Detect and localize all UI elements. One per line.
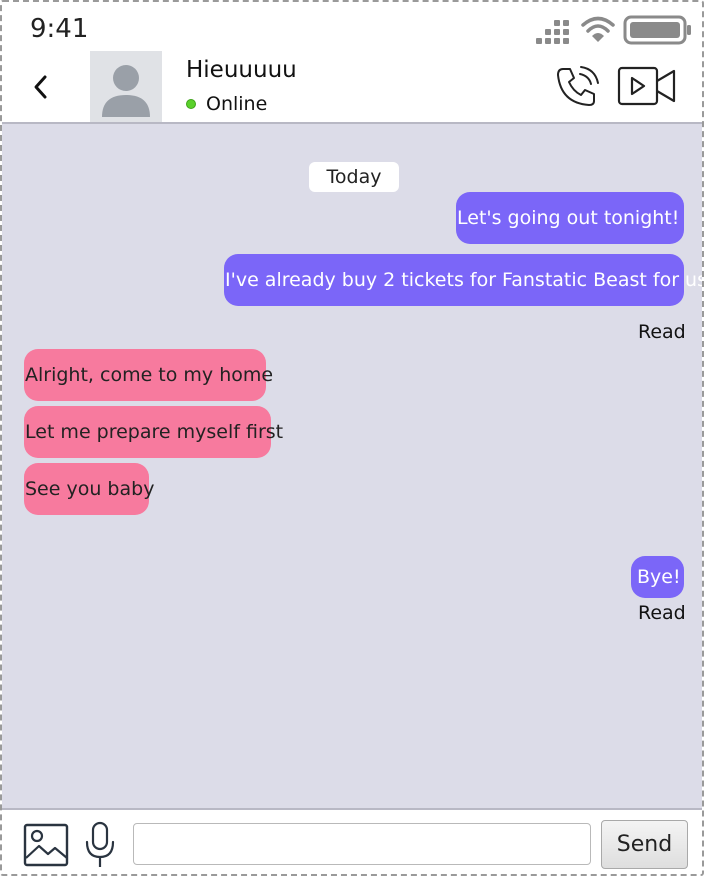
date-separator: Today (309, 162, 399, 192)
back-chevron-icon (34, 75, 47, 99)
incoming-message[interactable]: See you baby (24, 463, 154, 515)
signal-icon (536, 20, 569, 44)
wifi-icon (581, 16, 615, 42)
read-receipt: Read (638, 602, 686, 624)
outgoing-message[interactable]: Bye! (631, 556, 684, 598)
attach-image-button[interactable] (23, 823, 69, 867)
chat-screen: 9:41 Hieuuuuu Online Today Let's going o… (0, 0, 704, 876)
presence-status: Online (206, 93, 268, 115)
voice-call-button[interactable] (553, 63, 603, 109)
send-button[interactable]: Send (601, 820, 688, 869)
voice-record-button[interactable] (84, 821, 116, 869)
video-camera-icon (617, 66, 676, 106)
avatar-person-icon (102, 65, 150, 117)
microphone-icon (85, 821, 115, 867)
phone-call-icon (557, 66, 599, 106)
read-receipt: Read (638, 321, 686, 343)
video-call-button[interactable] (616, 64, 678, 108)
message-list[interactable]: Today Let's going out tonight! I've alre… (2, 122, 702, 810)
outgoing-message[interactable]: Let's going out tonight! (456, 192, 684, 244)
chat-header: Hieuuuuu Online (2, 50, 702, 122)
back-button[interactable] (26, 70, 56, 104)
status-bar: 9:41 (2, 2, 702, 50)
incoming-message[interactable]: Let me prepare myself first (24, 406, 283, 458)
status-time: 9:41 (30, 14, 89, 44)
contact-name: Hieuuuuu (186, 57, 297, 83)
online-status-dot (186, 99, 196, 109)
avatar[interactable] (90, 51, 162, 122)
message-composer: Send (2, 810, 702, 874)
outgoing-message[interactable]: I've already buy 2 tickets for Fanstatic… (224, 254, 702, 306)
image-icon (23, 823, 69, 867)
battery-icon (623, 15, 691, 45)
message-input[interactable] (133, 823, 591, 865)
incoming-message[interactable]: Alright, come to my home (24, 349, 273, 401)
